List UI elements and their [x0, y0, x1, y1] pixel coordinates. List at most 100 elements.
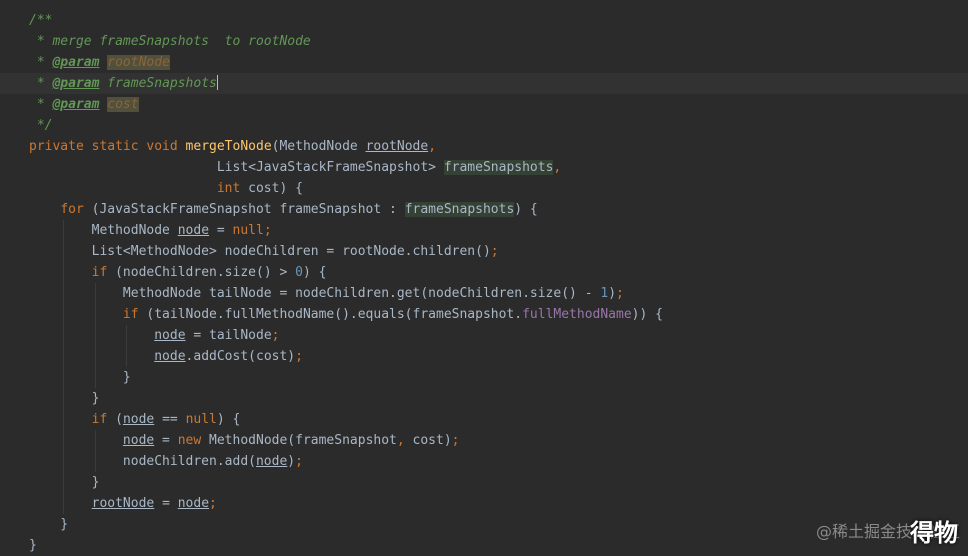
code-token: } [29, 391, 100, 406]
code-token: nodeChildren.add( [29, 454, 256, 469]
code-token: frameSnapshots [107, 76, 217, 91]
code-token: ( [115, 412, 123, 427]
code-token: List<MethodNode> nodeChildren = rootNode… [29, 244, 491, 259]
code-token: = [209, 223, 233, 238]
code-token: ) [608, 286, 617, 301]
code-token: = [154, 496, 178, 511]
code-line[interactable]: * @param frameSnapshots [0, 73, 968, 94]
code-line[interactable]: if (node == null) { [0, 409, 968, 430]
code-editor[interactable]: /** * merge frameSnapshots to rootNode *… [0, 0, 968, 556]
code-line[interactable]: * @param cost [0, 94, 968, 115]
code-token: fullMethodName [522, 307, 632, 322]
code-token: node [255, 454, 288, 469]
code-token: frameSnapshots [443, 160, 554, 175]
code-token: = [154, 433, 178, 448]
code-token: == [154, 412, 186, 427]
code-token: node [177, 496, 210, 511]
code-line[interactable]: * @param rootNode [0, 52, 968, 73]
code-token: rootNode [365, 139, 429, 154]
code-line[interactable]: } [0, 472, 968, 493]
code-text: node = new MethodNode(frameSnapshot, cos… [29, 430, 460, 451]
code-line[interactable]: private static void mergeToNode(MethodNo… [0, 136, 968, 157]
code-line[interactable]: if (nodeChildren.size() > 0) { [0, 262, 968, 283]
code-token: null [185, 412, 217, 427]
code-text: * @param rootNode [29, 52, 170, 73]
code-text: List<JavaStackFrameSnapshot> frameSnapsh… [29, 157, 561, 178]
code-text: MethodNode tailNode = nodeChildren.get(n… [29, 283, 624, 304]
code-token: ; [616, 286, 624, 301]
code-text: node = tailNode; [29, 325, 279, 346]
code-text: } [29, 472, 100, 493]
code-token: 1 [600, 286, 609, 301]
code-token: MethodNode [29, 223, 178, 238]
code-text: */ [29, 115, 53, 136]
code-line[interactable]: * merge frameSnapshots to rootNode [0, 31, 968, 52]
code-token: MethodNode(frameSnapshot [209, 433, 397, 448]
code-token: , [553, 160, 562, 175]
code-token: cost) { [248, 181, 303, 196]
code-text: node.addCost(cost); [29, 346, 303, 367]
code-token: cost) [412, 433, 452, 448]
code-line[interactable]: if (tailNode.fullMethodName().equals(fra… [0, 304, 968, 325]
code-token: = tailNode [185, 328, 272, 343]
code-line[interactable]: } [0, 388, 968, 409]
code-token: ) { [514, 202, 538, 217]
code-text: /** [29, 10, 52, 31]
code-token: for [60, 202, 92, 217]
watermark-logo-text: 得物 [910, 519, 958, 547]
code-line[interactable]: int cost) { [0, 178, 968, 199]
code-token: ; [295, 454, 303, 469]
code-line[interactable]: } [0, 367, 968, 388]
code-token: (tailNode.fullMethodName().equals(frameS… [146, 307, 523, 322]
code-text: * @param frameSnapshots [29, 73, 218, 94]
code-token: } [29, 475, 100, 490]
code-token: node [154, 328, 186, 343]
code-line[interactable]: /** [0, 10, 968, 31]
code-line[interactable]: for (JavaStackFrameSnapshot frameSnapsho… [0, 199, 968, 220]
code-line[interactable]: MethodNode node = null; [0, 220, 968, 241]
code-text: rootNode = node; [29, 493, 217, 514]
code-line[interactable]: List<MethodNode> nodeChildren = rootNode… [0, 241, 968, 262]
code-token: if [122, 307, 147, 322]
code-token: (MethodNode [271, 139, 366, 154]
code-token: ; [209, 496, 217, 511]
code-text: if (nodeChildren.size() > 0) { [29, 262, 327, 283]
code-line[interactable]: node = tailNode; [0, 325, 968, 346]
code-line[interactable]: nodeChildren.add(node); [0, 451, 968, 472]
code-text: * @param cost [29, 94, 139, 115]
code-token: @param [52, 55, 100, 70]
code-line[interactable]: node = new MethodNode(frameSnapshot, cos… [0, 430, 968, 451]
code-token: ; [295, 349, 303, 364]
code-token: ; [490, 244, 499, 259]
code-text: List<MethodNode> nodeChildren = rootNode… [29, 241, 499, 262]
code-token: mergeToNode [185, 139, 272, 154]
code-line[interactable]: rootNode = node; [0, 493, 968, 514]
code-line[interactable]: MethodNode tailNode = nodeChildren.get(n… [0, 283, 968, 304]
code-token: /** [29, 13, 53, 28]
text-caret [216, 75, 218, 90]
code-line[interactable]: List<JavaStackFrameSnapshot> frameSnapsh… [0, 157, 968, 178]
code-token: ; [263, 223, 272, 238]
code-token: */ [29, 118, 53, 133]
code-line[interactable]: */ [0, 115, 968, 136]
code-token: * [29, 97, 53, 112]
code-token: )) { [631, 307, 663, 322]
code-token: ; [271, 328, 280, 343]
code-token: ; [451, 433, 460, 448]
code-token: @param [52, 76, 100, 91]
code-token: private static void [29, 139, 186, 154]
code-text: for (JavaStackFrameSnapshot frameSnapsho… [29, 199, 538, 220]
code-line[interactable]: node.addCost(cost); [0, 346, 968, 367]
code-text: } [29, 367, 131, 388]
code-token: ) { [216, 412, 241, 427]
code-token: * merge frameSnapshots to rootNode [29, 34, 311, 49]
code-token: int [216, 181, 249, 196]
code-text: } [29, 535, 37, 556]
